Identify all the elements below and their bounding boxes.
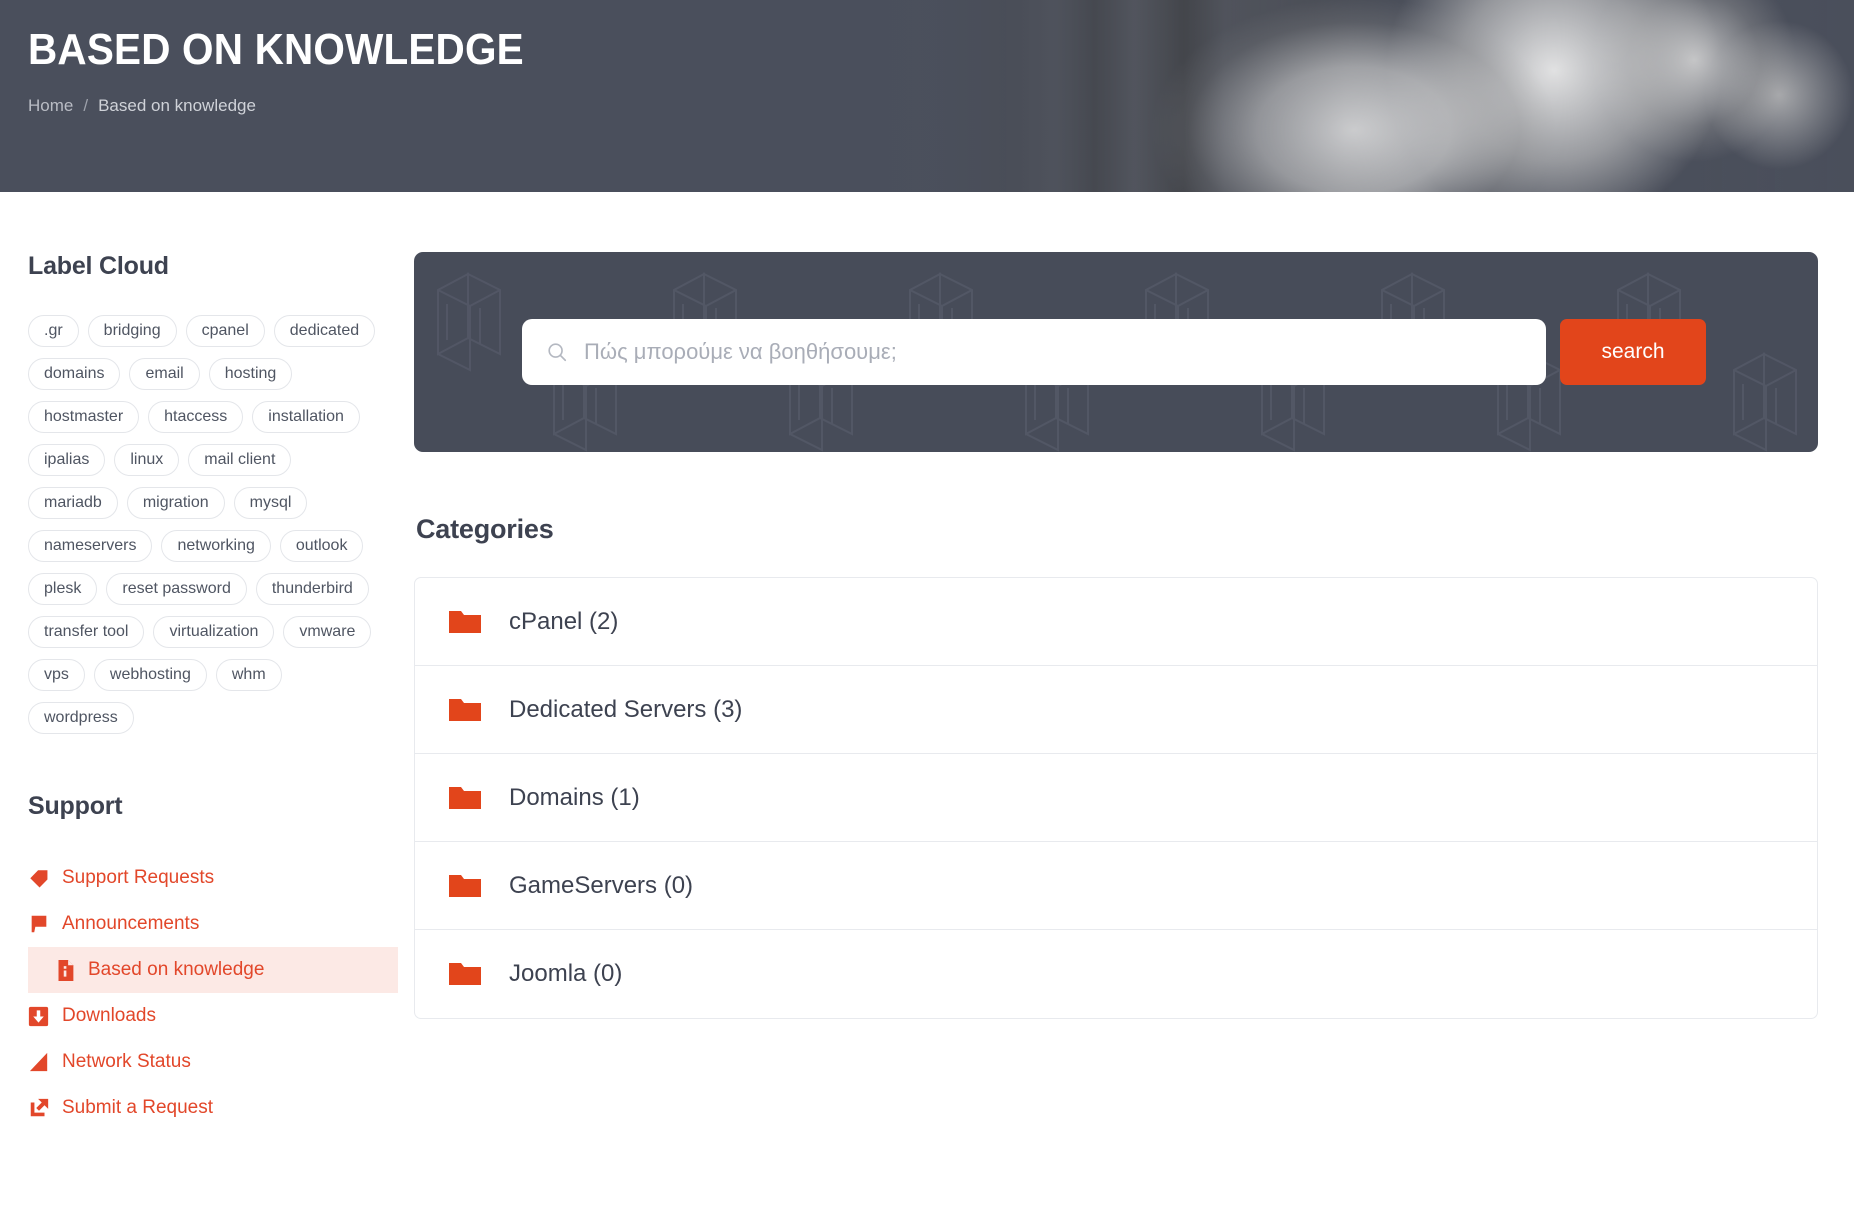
category-row[interactable]: Dedicated Servers (3) [415, 666, 1817, 754]
sidebar-item-based-on-knowledge[interactable]: Based on knowledge [28, 947, 398, 993]
label-tag[interactable]: linux [114, 444, 180, 476]
page-body: Label Cloud .gr bridging cpanel dedicated do… [0, 192, 1854, 1131]
sidebar-item-label: Based on knowledge [88, 959, 265, 980]
support-heading: Support [28, 792, 123, 820]
sidebar-item-label: Announcements [62, 913, 200, 934]
label-tag[interactable]: installation [252, 401, 360, 433]
support-block: Support Support Requests Announcements Bas… [28, 792, 398, 1131]
label-tag[interactable]: hosting [208, 358, 293, 390]
label-tag[interactable]: thunderbird [255, 573, 369, 605]
label-tag[interactable]: email [129, 358, 200, 390]
sidebar-item-label: Submit a Request [62, 1097, 214, 1118]
label-tag[interactable]: migration [126, 487, 225, 519]
sidebar-link[interactable]: Submit a Request [28, 1085, 398, 1131]
page-title: BASED ON KNOWLEDGE [28, 25, 524, 74]
folder-icon [449, 697, 483, 723]
category-row[interactable]: cPanel (2) [415, 578, 1817, 666]
label-tag[interactable]: reset password [106, 573, 247, 605]
label-tag[interactable]: whm [215, 659, 282, 691]
external-link-icon [28, 1097, 62, 1119]
folder-icon [449, 785, 483, 811]
search-button[interactable]: search [1560, 319, 1706, 385]
label-tag[interactable]: bridging [87, 315, 177, 347]
label-tag[interactable]: outlook [279, 530, 364, 562]
category-label: Dedicated Servers (3) [509, 695, 743, 723]
sidebar-item-network-status[interactable]: Network Status [28, 1039, 398, 1085]
main-content: search Categories cPanel (2) Dedicated Se… [398, 192, 1836, 1131]
support-nav-list: Support Requests Announcements Based on kn… [28, 855, 398, 1131]
search-input[interactable] [582, 338, 1522, 366]
label-tag[interactable]: networking [161, 530, 271, 562]
label-tag[interactable]: domains [28, 358, 121, 390]
search-field[interactable] [522, 319, 1546, 385]
sidebar-item-downloads[interactable]: Downloads [28, 993, 398, 1039]
category-label: Joomla (0) [509, 960, 623, 987]
folder-icon [449, 609, 483, 635]
signal-icon [28, 1052, 62, 1072]
sidebar-item-label: Downloads [62, 1005, 156, 1026]
category-label: Domains (1) [509, 783, 640, 811]
search-panel: search [414, 252, 1818, 452]
label-tag[interactable]: nameservers [28, 530, 153, 562]
label-tag[interactable]: vmware [283, 616, 372, 648]
category-label: cPanel (2) [509, 607, 619, 635]
label-tag[interactable]: mysql [233, 487, 308, 519]
label-tag[interactable]: .gr [28, 315, 79, 347]
label-tag[interactable]: webhosting [93, 659, 207, 691]
label-tag[interactable]: mail client [188, 444, 292, 476]
label-tag[interactable]: transfer tool [28, 616, 145, 648]
label-tag[interactable]: virtualization [153, 616, 275, 648]
search-row: search [522, 319, 1706, 385]
sidebar-link[interactable]: Support Requests [28, 855, 398, 901]
document-icon [56, 959, 88, 981]
sidebar-link[interactable]: Network Status [28, 1039, 398, 1085]
label-tag[interactable]: hostmaster [28, 401, 140, 433]
label-tag[interactable]: dedicated [273, 315, 376, 347]
label-tag[interactable]: cpanel [185, 315, 265, 347]
label-tag[interactable]: htaccess [148, 401, 244, 433]
search-icon [546, 341, 568, 363]
category-label: GameServers (0) [509, 871, 694, 899]
breadcrumb-home-link[interactable]: Home [28, 96, 73, 116]
page-hero: BASED ON KNOWLEDGE Home / Based on knowl… [0, 0, 1854, 192]
folder-icon [449, 961, 483, 987]
breadcrumb-current: Based on knowledge [98, 96, 256, 116]
sidebar-item-label: Network Status [62, 1051, 191, 1072]
label-tag[interactable]: vps [28, 659, 85, 691]
sidebar-item-submit-a-request[interactable]: Submit a Request [28, 1085, 398, 1131]
sidebar-link[interactable]: Announcements [28, 901, 398, 947]
categories-heading: Categories [416, 514, 554, 544]
folder-icon [449, 873, 483, 899]
category-row[interactable]: Joomla (0) [415, 930, 1817, 1018]
sidebar-item-support-requests[interactable]: Support Requests [28, 855, 398, 901]
sidebar-link[interactable]: Based on knowledge [28, 947, 398, 993]
label-tag[interactable]: mariadb [28, 487, 118, 519]
tag-icon [28, 867, 62, 889]
sidebar: Label Cloud .gr bridging cpanel dedicated do… [0, 192, 398, 1131]
download-icon [28, 1006, 62, 1027]
sidebar-item-announcements[interactable]: Announcements [28, 901, 398, 947]
sidebar-link[interactable]: Downloads [28, 993, 398, 1039]
label-cloud: .gr bridging cpanel dedicated domains email ho… [28, 315, 388, 734]
flag-icon [28, 913, 62, 935]
sidebar-item-label: Support Requests [62, 867, 215, 888]
breadcrumb-separator: / [83, 96, 89, 116]
label-tag[interactable]: wordpress [28, 702, 134, 734]
label-tag[interactable]: ipalias [28, 444, 106, 476]
label-cloud-heading: Label Cloud [28, 252, 169, 280]
label-tag[interactable]: plesk [28, 573, 98, 605]
categories-list: cPanel (2) Dedicated Servers (3) Domains (… [414, 577, 1818, 1019]
category-row[interactable]: Domains (1) [415, 754, 1817, 842]
breadcrumb: Home / Based on knowledge [28, 96, 1854, 116]
category-row[interactable]: GameServers (0) [415, 842, 1817, 930]
